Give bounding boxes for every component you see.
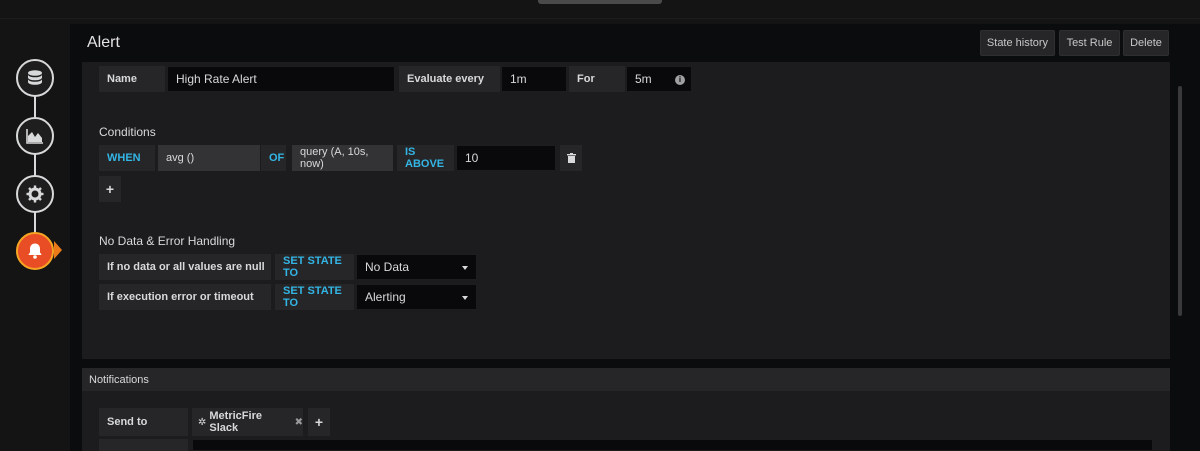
chevron-down-icon	[462, 296, 468, 300]
step-general[interactable]	[16, 175, 54, 213]
trash-icon	[566, 153, 576, 163]
notifications-heading: Notifications	[89, 374, 149, 386]
for-label: For	[569, 66, 625, 92]
threshold-input[interactable]: 10	[456, 145, 556, 171]
editor-step-rail	[0, 0, 70, 451]
info-icon[interactable]: i	[675, 75, 685, 85]
chart-icon	[26, 129, 43, 144]
remove-condition-button[interactable]	[560, 145, 582, 171]
no-data-heading: No Data & Error Handling	[99, 234, 236, 248]
step-visualization[interactable]	[16, 117, 54, 155]
alert-settings-section: Name High Rate Alert Evaluate every 1m F…	[82, 62, 1170, 359]
error-state-select[interactable]: Alerting	[356, 284, 477, 310]
evaluator-select[interactable]: IS ABOVE	[397, 145, 454, 171]
delete-button[interactable]: Delete	[1123, 30, 1169, 56]
gear-icon	[26, 185, 44, 203]
add-channel-button[interactable]: +	[308, 408, 330, 436]
step-queries[interactable]	[16, 59, 54, 97]
notifications-header: Notifications	[82, 368, 1170, 391]
channel-tag[interactable]: ✲ MetricFire Slack ✖	[192, 408, 303, 436]
error-action: SET STATE TO	[275, 284, 354, 310]
top-handle[interactable]	[538, 0, 662, 4]
message-input[interactable]	[192, 439, 1153, 451]
send-to-label: Send to	[99, 408, 188, 436]
remove-channel-icon[interactable]: ✖	[295, 417, 303, 428]
for-duration-input[interactable]: 5m i	[626, 66, 692, 92]
chevron-down-icon	[462, 266, 468, 270]
message-label	[99, 439, 188, 451]
of-keyword: OF	[261, 145, 286, 171]
reducer-select[interactable]: avg ()	[158, 145, 260, 171]
conditions-heading: Conditions	[99, 125, 156, 139]
alert-name-input[interactable]: High Rate Alert	[167, 66, 395, 92]
scrollbar[interactable]	[1178, 86, 1182, 316]
for-value: 5m	[635, 72, 652, 86]
page-title: Alert	[87, 34, 120, 51]
evaluate-every-input[interactable]: 1m	[501, 66, 567, 92]
state-history-button[interactable]: State history	[980, 30, 1055, 56]
alert-panel: Alert State history Test Rule Delete Nam…	[70, 24, 1200, 451]
step-connector	[34, 78, 36, 248]
channel-name: MetricFire Slack	[209, 410, 262, 434]
add-condition-button[interactable]: +	[99, 176, 121, 202]
step-alert[interactable]	[16, 232, 54, 270]
bell-icon	[28, 243, 42, 259]
no-data-label: If no data or all values are null	[99, 254, 271, 280]
no-data-state-value: No Data	[365, 260, 410, 274]
evaluate-label: Evaluate every	[399, 66, 500, 92]
error-label: If execution error or timeout	[99, 284, 271, 310]
database-icon	[28, 70, 42, 85]
name-label: Name	[99, 66, 165, 92]
query-select[interactable]: query (A, 10s, now)	[292, 145, 393, 171]
test-rule-button[interactable]: Test Rule	[1059, 30, 1120, 56]
active-step-pointer	[54, 241, 62, 259]
slack-icon: ✲	[198, 416, 207, 428]
no-data-state-select[interactable]: No Data	[356, 254, 477, 280]
no-data-action: SET STATE TO	[275, 254, 354, 280]
notifications-section: Send to ✲ MetricFire Slack ✖ +	[82, 391, 1170, 451]
divider	[0, 18, 1200, 19]
when-keyword: WHEN	[99, 145, 155, 171]
error-state-value: Alerting	[365, 290, 406, 304]
